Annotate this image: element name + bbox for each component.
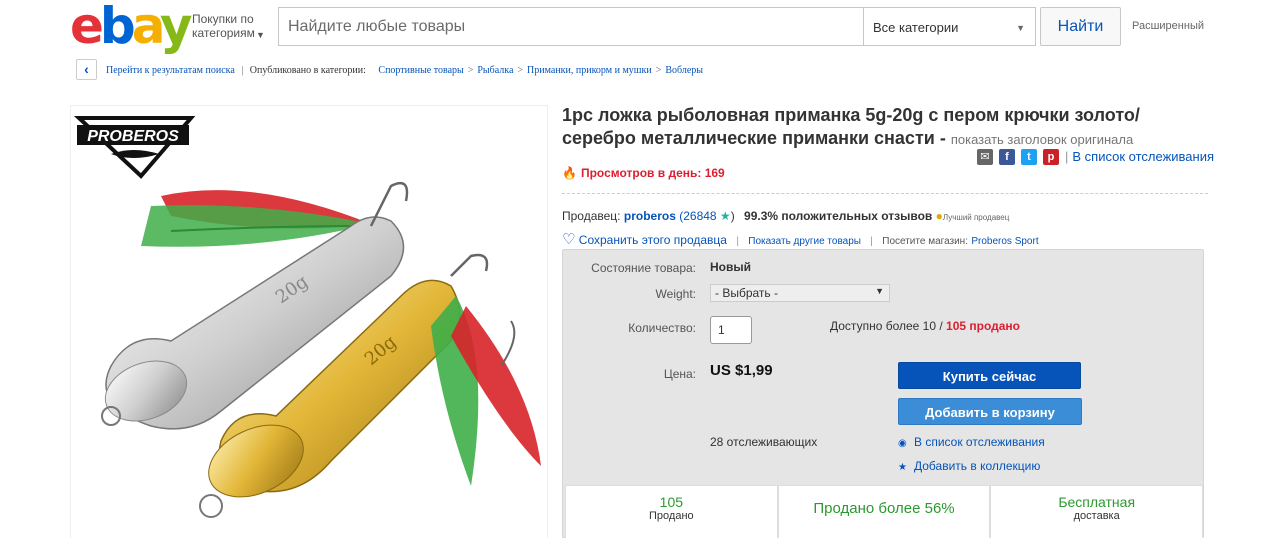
breadcrumb: Перейти к результатам поиска | Опубликов… xyxy=(106,65,703,76)
divider xyxy=(562,193,1208,194)
shop-by-category[interactable]: Покупки по категориям ▼ xyxy=(192,12,265,40)
price-label: Цена: xyxy=(663,367,696,381)
weight-label: Weight: xyxy=(655,287,696,301)
store-link[interactable]: Proberos Sport xyxy=(971,236,1038,247)
visit-store-label: Посетите магазин: xyxy=(882,236,968,247)
stat-label: Продано xyxy=(649,510,694,522)
top-rated-label: Лучший продавец xyxy=(942,213,1010,222)
breadcrumb-item[interactable]: Спортивные товары xyxy=(378,65,463,76)
watch-link-label: В список отслеживания xyxy=(1072,149,1215,164)
add-collection-label: Добавить в коллекцию xyxy=(914,459,1041,473)
share-icons: ✉ f t p xyxy=(977,149,1059,165)
heart-icon: ♡ xyxy=(562,231,576,248)
email-icon[interactable]: ✉ xyxy=(977,149,993,165)
weight-select-value: - Выбрать - xyxy=(715,286,778,300)
seller-name-link[interactable]: proberos xyxy=(624,209,676,223)
sold-count: 105 продано xyxy=(946,319,1021,333)
breadcrumb-item[interactable]: Приманки, прикорм и мушки xyxy=(527,65,652,76)
feedback-score-link[interactable]: (26848 xyxy=(679,209,716,223)
twitter-icon[interactable]: t xyxy=(1021,149,1037,165)
back-button[interactable]: ‹ xyxy=(76,59,97,80)
brand-logo: PROBEROS xyxy=(73,116,196,179)
views-text: Просмотров в день: 169 xyxy=(580,166,725,180)
feedback-close: ) xyxy=(730,209,735,223)
product-title: 1pc ложка рыболовная приманка 5g-20g с п… xyxy=(562,104,1202,151)
search-button[interactable]: Найти xyxy=(1040,7,1121,46)
category-select-value: Все категории xyxy=(873,20,959,35)
seller-label: Продавец: xyxy=(562,209,621,223)
price-value: US $1,99 xyxy=(710,362,773,379)
pinterest-icon[interactable]: p xyxy=(1043,149,1059,165)
back-to-results-link[interactable]: Перейти к результатам поиска xyxy=(106,65,235,76)
availability: Доступно более 10 / 105 продано xyxy=(830,319,1020,333)
stat-sold-percent: Продано более 56% xyxy=(777,485,991,538)
product-image[interactable]: PROBEROS 20g 20g xyxy=(70,105,548,538)
breadcrumb-item[interactable]: Воблеры xyxy=(665,65,703,76)
stat-value: Продано более 56% xyxy=(813,500,955,517)
stat-value: Бесплатная xyxy=(1058,494,1136,510)
breadcrumb-divider: | xyxy=(241,65,244,76)
facebook-icon[interactable]: f xyxy=(999,149,1015,165)
chevron-left-icon: ‹ xyxy=(84,61,89,77)
stats-strip: 105 Продано Продано более 56% Бесплатная… xyxy=(565,485,1204,538)
category-select[interactable]: Все категории ▼ xyxy=(863,7,1036,46)
ebay-logo[interactable]: ebay xyxy=(70,1,192,51)
advanced-search-link[interactable]: Расширенный xyxy=(1132,20,1204,32)
search-input[interactable]: Найдите любые товары xyxy=(278,7,864,46)
logo-letter-b: b xyxy=(99,0,136,55)
condition-value: Новый xyxy=(710,260,751,274)
breadcrumb-item[interactable]: Рыбалка xyxy=(477,65,513,76)
eye-icon: ◉ xyxy=(898,438,907,449)
star-icon: ★ xyxy=(898,462,907,473)
chevron-down-icon: ▼ xyxy=(256,30,265,40)
brand-logo-text: PROBEROS xyxy=(87,128,179,145)
buy-box: Состояние товара: Новый Weight: - Выбрат… xyxy=(562,249,1204,538)
watchers-count: 28 отслеживающих xyxy=(710,435,818,449)
lure-illustration: PROBEROS 20g 20g xyxy=(73,116,541,518)
weight-select[interactable]: - Выбрать - ▼ xyxy=(710,284,890,302)
breadcrumb-separator: > xyxy=(467,65,474,76)
add-to-cart-button[interactable]: Добавить в корзину xyxy=(898,398,1082,425)
breadcrumb-separator: > xyxy=(517,65,524,76)
positive-feedback: 99.3% положительных отзывов xyxy=(744,209,933,223)
stat-value: 105 xyxy=(659,494,684,510)
buy-now-button[interactable]: Купить сейчас xyxy=(898,362,1081,389)
flame-icon: 🔥 xyxy=(562,166,577,180)
divider: | xyxy=(736,236,739,247)
add-watch-label: В список отслеживания xyxy=(914,435,1045,449)
stat-label: доставка xyxy=(1073,510,1120,522)
logo-letter-y: y xyxy=(159,0,193,55)
divider: | xyxy=(1065,149,1069,164)
chevron-down-icon: ▼ xyxy=(875,286,884,296)
quantity-input[interactable]: 1 xyxy=(710,316,752,344)
condition-label: Состояние товара: xyxy=(591,261,696,275)
add-to-watchlist-action[interactable]: ◉ В список отслеживания xyxy=(898,435,1045,449)
seller-links: ♡ Сохранить этого продавца | Показать др… xyxy=(562,230,1039,248)
add-to-watchlist-link[interactable]: | В список отслеживания xyxy=(1065,149,1214,164)
divider: | xyxy=(870,236,873,247)
stat-free-shipping: Бесплатная доставка xyxy=(990,485,1204,538)
views-per-day: 🔥 Просмотров в день: 169 xyxy=(562,166,725,180)
star-icon: ★ xyxy=(716,209,731,223)
save-seller-link[interactable]: Сохранить этого продавца xyxy=(579,233,727,247)
logo-letter-a: a xyxy=(131,0,164,55)
stat-sold: 105 Продано xyxy=(565,485,778,538)
logo-letter-e: e xyxy=(70,0,104,55)
available-text: Доступно более 10 / xyxy=(830,319,943,333)
quantity-label: Количество: xyxy=(628,321,696,335)
add-to-collection-action[interactable]: ★ Добавить в коллекцию xyxy=(898,459,1040,473)
show-original-title-link[interactable]: показать заголовок оригинала xyxy=(951,132,1133,147)
breadcrumb-separator: > xyxy=(655,65,662,76)
other-items-link[interactable]: Показать другие товары xyxy=(748,236,861,247)
seller-info: Продавец: proberos (26848 ★) 99.3% полож… xyxy=(562,209,1009,223)
top-rated-badge-icon: ● xyxy=(935,209,943,223)
shop-by-category-label: Покупки по категориям xyxy=(192,12,255,40)
published-in-label: Опубликовано в категории: xyxy=(249,65,366,76)
chevron-down-icon: ▼ xyxy=(1016,23,1025,33)
